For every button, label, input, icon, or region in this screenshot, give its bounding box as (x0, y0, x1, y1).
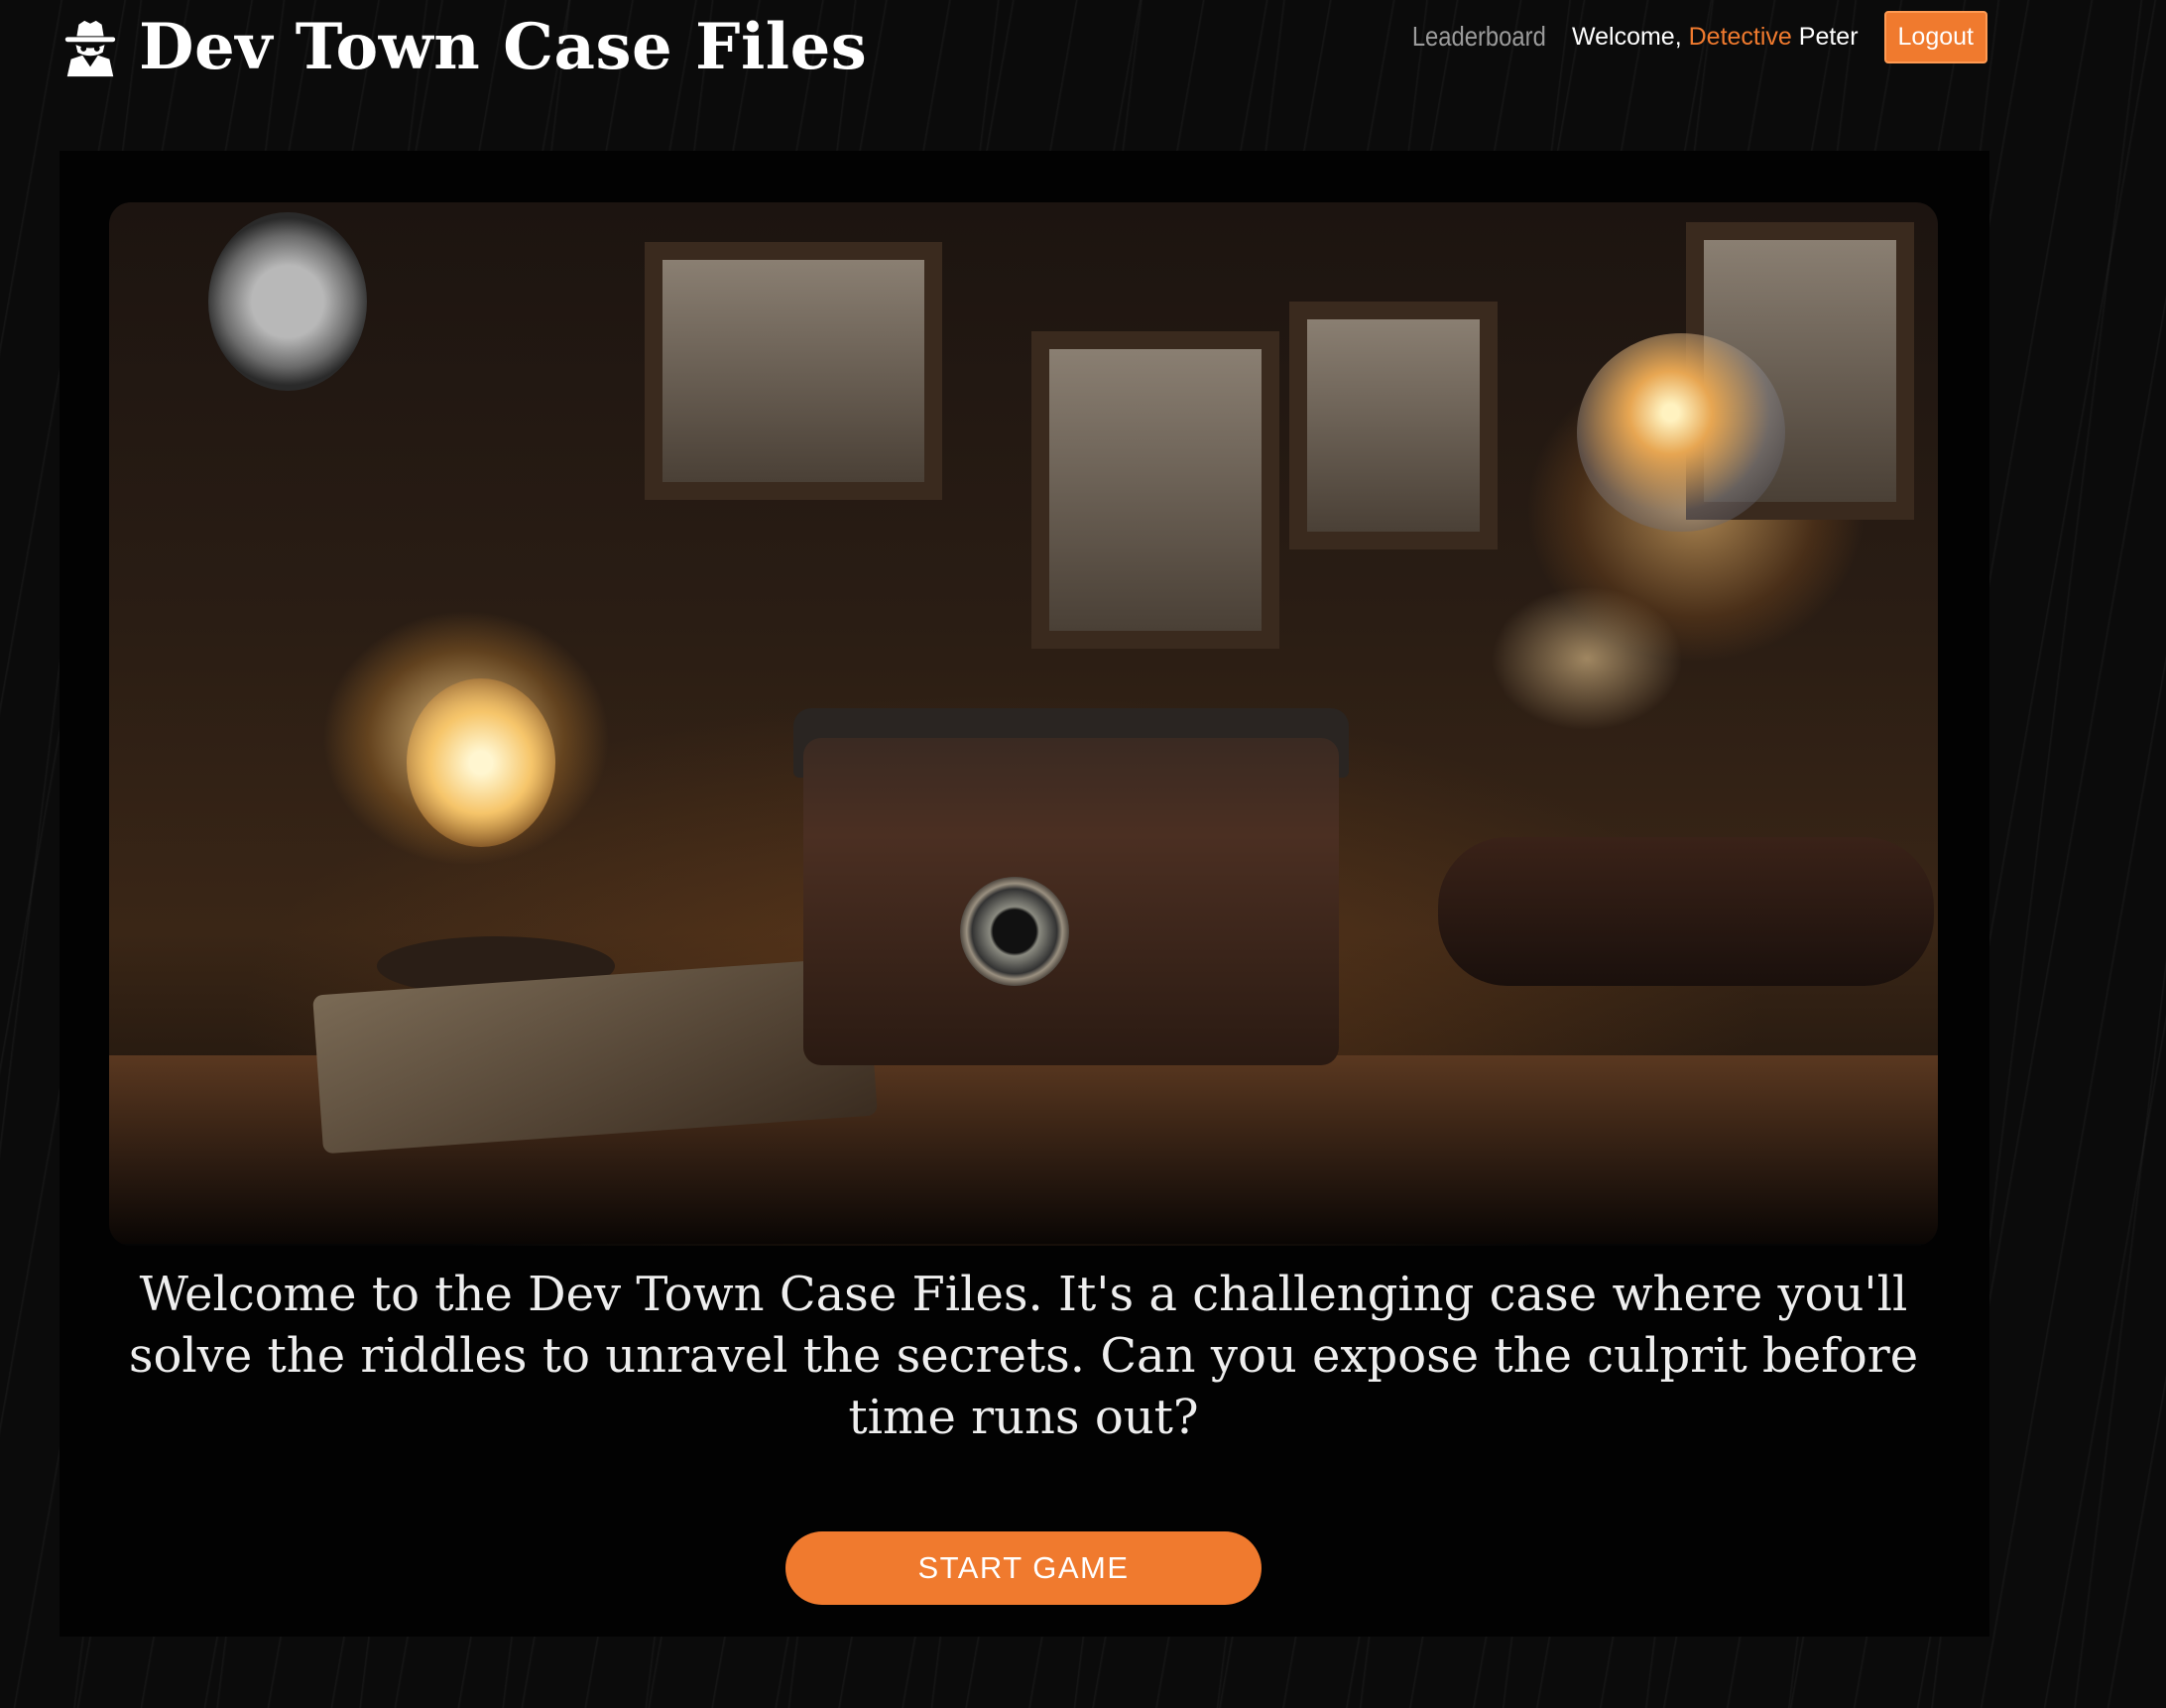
camera-case (803, 738, 1339, 1065)
brand[interactable]: Dev Town Case Files (60, 10, 867, 85)
welcome-message: Welcome, Detective Peter (1572, 23, 1859, 52)
app-title: Dev Town Case Files (139, 10, 868, 84)
top-nav: Leaderboard Welcome, Detective Peter Log… (1388, 10, 1987, 63)
hero-image (109, 202, 1938, 1246)
wall-clock (208, 212, 367, 391)
picture-frame-right (1289, 302, 1498, 549)
leaderboard-link[interactable]: Leaderboard (1412, 21, 1546, 53)
telescope (1438, 837, 1934, 986)
user-rank: Detective (1688, 22, 1792, 51)
picture-frame-center (1031, 331, 1279, 649)
logout-button[interactable]: Logout (1883, 10, 1987, 63)
start-game-button[interactable]: START GAME (785, 1531, 1262, 1605)
user-name: Peter (1791, 22, 1859, 51)
camera-lens (960, 877, 1069, 986)
top-header: Dev Town Case Files Leaderboard Welcome,… (0, 0, 2166, 99)
picture-frame-left (645, 242, 942, 500)
main-panel: Welcome to the Dev Town Case Files. It's… (60, 151, 1989, 1637)
detective-icon (64, 20, 116, 77)
welcome-prefix: Welcome, (1571, 22, 1689, 51)
glass-lamp (1577, 333, 1785, 532)
intro-text: Welcome to the Dev Town Case Files. It's… (128, 1267, 1919, 1445)
lantern-glow (407, 678, 555, 847)
